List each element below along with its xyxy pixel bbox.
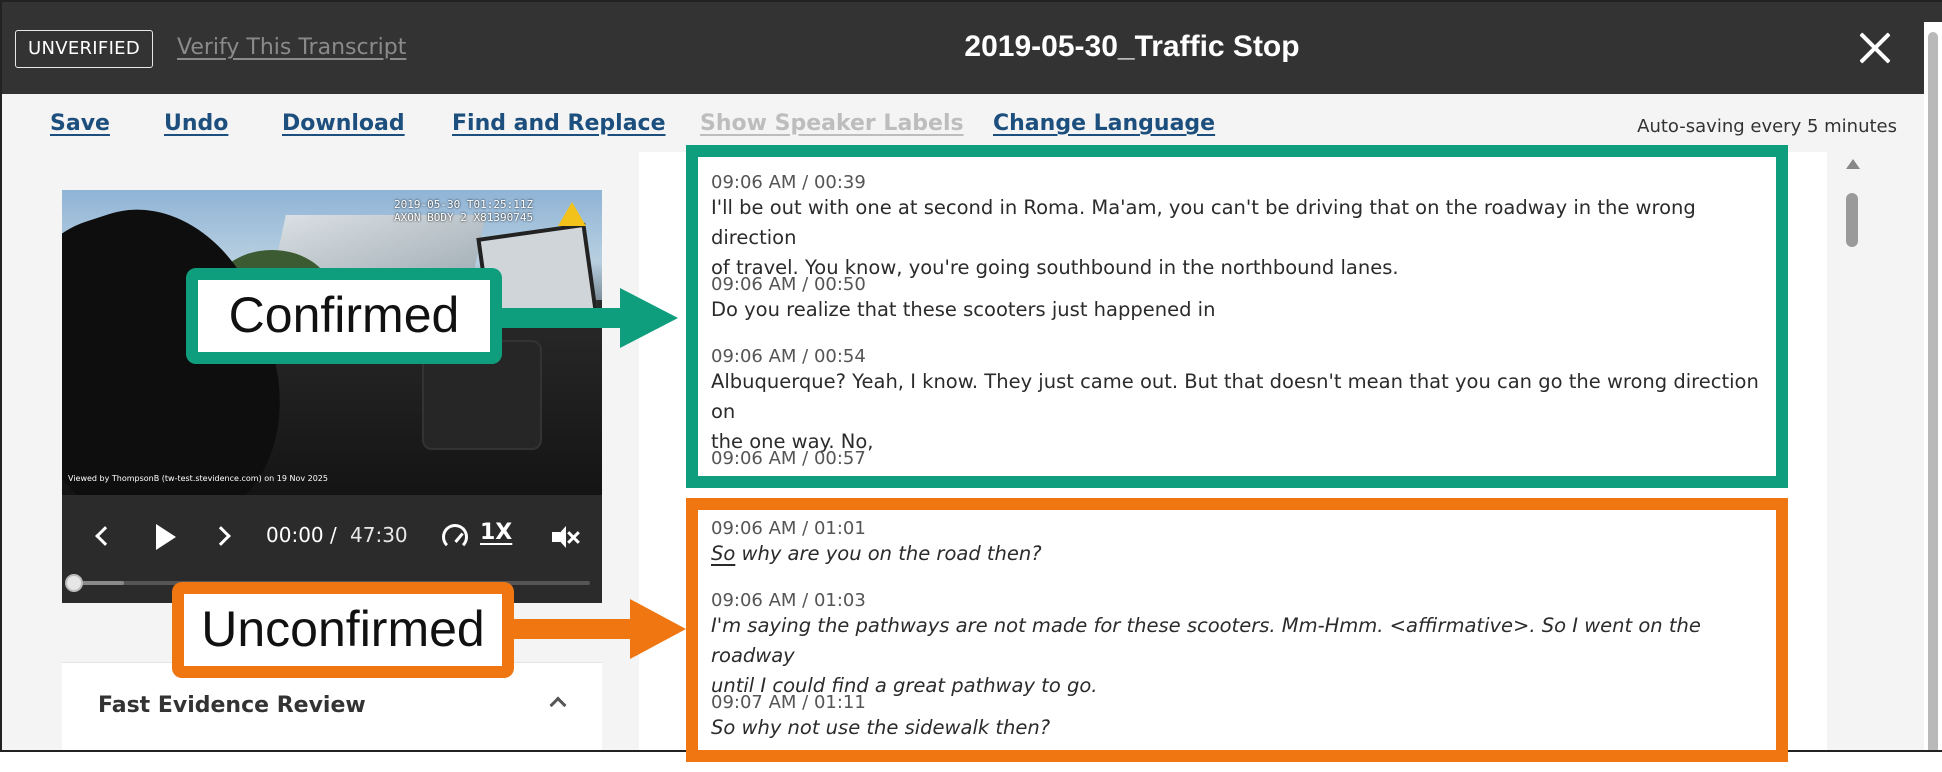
entry-timestamp: 09:06 AM / 00:50 [711, 274, 866, 295]
find-and-replace-button[interactable]: Find and Replace [452, 111, 666, 136]
title-bar: UNVERIFIED Verify This Transcript 2019-0… [2, 2, 1942, 94]
unconfirmed-arrow [512, 619, 640, 639]
undo-button[interactable]: Undo [164, 111, 228, 136]
entry-text-line[interactable]: So why are you on the road then? [711, 539, 1771, 569]
axon-logo-icon [558, 202, 586, 226]
transcript-entry[interactable]: 09:06 AM / 00:57 [711, 448, 1771, 469]
transcript-entry-unconfirmed[interactable]: 09:06 AM / 01:01 So why are you on the r… [711, 518, 1771, 569]
entry-text-line[interactable]: I'll be out with one at second in Roma. … [711, 193, 1771, 253]
entry-text-line[interactable]: So why not use the sidewalk then? [711, 713, 1771, 743]
speedometer-icon[interactable] [442, 524, 468, 550]
entry-timestamp: 09:06 AM / 00:54 [711, 346, 866, 367]
entry-timestamp: 09:06 AM / 01:01 [711, 518, 866, 539]
total-time: 47:30 [350, 523, 408, 547]
transcript-entry-unconfirmed[interactable]: 09:06 AM / 01:03 I'm saying the pathways… [711, 590, 1771, 701]
entry-text-line[interactable]: I'm saying the pathways are not made for… [711, 611, 1771, 671]
entry-timestamp: 09:06 AM / 00:39 [711, 172, 866, 193]
window-scroll-thumb[interactable] [1928, 32, 1938, 750]
transcript-panel[interactable]: 09:06 AM / 00:39 I'll be out with one at… [639, 152, 1827, 750]
cursor-word[interactable]: So [711, 542, 735, 565]
entry-timestamp: 09:06 AM / 00:57 [711, 448, 866, 469]
transcript-scrollbar[interactable] [1844, 157, 1860, 750]
confirmed-arrow-head-icon [620, 288, 678, 348]
current-time: 00:00 [266, 523, 324, 547]
playback-speed-button[interactable]: 1X [480, 520, 512, 545]
confirmed-callout: Confirmed [186, 268, 502, 364]
verification-status-badge: UNVERIFIED [15, 30, 153, 68]
entry-text-rest[interactable]: why are you on the road then? [735, 542, 1042, 565]
unconfirmed-callout: Unconfirmed [172, 582, 514, 678]
chevron-right-icon[interactable] [211, 526, 231, 546]
verify-transcript-link[interactable]: Verify This Transcript [177, 35, 406, 60]
confirmed-arrow [500, 308, 640, 328]
fast-evidence-review-title: Fast Evidence Review [98, 693, 366, 718]
close-icon[interactable] [1857, 30, 1893, 66]
entry-text-line[interactable]: Do you realize that these scooters just … [711, 295, 1771, 325]
progress-handle[interactable] [65, 574, 83, 592]
save-button[interactable]: Save [50, 111, 110, 136]
transcript-entry[interactable]: 09:06 AM / 00:50 Do you realize that the… [711, 274, 1771, 325]
download-button[interactable]: Download [282, 111, 405, 136]
entry-timestamp: 09:07 AM / 01:11 [711, 692, 866, 713]
play-icon[interactable] [156, 524, 176, 550]
scroll-up-arrow-icon[interactable] [1846, 159, 1860, 169]
show-speaker-labels-button: Show Speaker Labels [700, 111, 964, 136]
entry-text-line[interactable]: Albuquerque? Yeah, I know. They just cam… [711, 367, 1771, 427]
time-separator: / [330, 523, 337, 547]
window-scrollbar[interactable] [1924, 22, 1942, 750]
transcript-entry-unconfirmed[interactable]: 09:07 AM / 01:11 So why not use the side… [711, 692, 1771, 743]
page-title: 2019-05-30_Traffic Stop [964, 30, 1300, 63]
scroll-thumb[interactable] [1846, 193, 1858, 247]
autosave-status: Auto-saving every 5 minutes [1637, 116, 1897, 137]
chevron-up-icon[interactable] [549, 696, 567, 714]
entry-timestamp: 09:06 AM / 01:03 [711, 590, 866, 611]
toolbar: Save Undo Download Find and Replace Show… [2, 94, 1942, 152]
transcript-entry[interactable]: 09:06 AM / 00:54 Albuquerque? Yeah, I kn… [711, 346, 1771, 457]
unconfirmed-arrow-head-icon [630, 599, 686, 659]
change-language-button[interactable]: Change Language [993, 111, 1215, 136]
video-watermark: Viewed by ThompsonB (tw-test.stevidence.… [68, 474, 328, 483]
transcript-entry[interactable]: 09:06 AM / 00:39 I'll be out with one at… [711, 172, 1771, 283]
mute-icon[interactable] [552, 526, 580, 548]
chevron-left-icon[interactable] [95, 526, 115, 546]
